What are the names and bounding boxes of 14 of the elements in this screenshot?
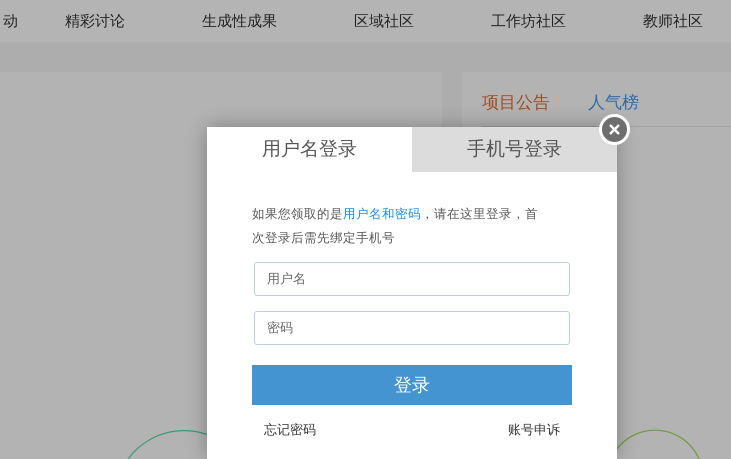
close-icon [609,124,620,135]
text-link[interactable]: 忘记密码 [264,421,316,440]
nav-link[interactable]: 生成性成果 [202,10,277,32]
login-tab[interactable]: 用户名登录 [207,127,412,172]
nav-link[interactable]: 区域社区 [354,10,414,32]
login-tab[interactable]: 手机号登录 [412,127,617,172]
nav-link[interactable]: 工作坊社区 [491,10,566,32]
password-field[interactable]: 密码 [254,311,570,345]
text-link[interactable]: 账号申诉 [508,421,560,440]
nav-link[interactable]: 精彩讨论 [65,10,125,32]
nav-link[interactable]: 动 [3,10,18,32]
nav-link[interactable]: 教师社区 [643,10,703,32]
username-field[interactable]: 用户名 [254,262,570,296]
login-notice: 如果您领取的是用户名和密码，请在这里登录，首次登录后需先绑定手机号 [252,205,539,247]
